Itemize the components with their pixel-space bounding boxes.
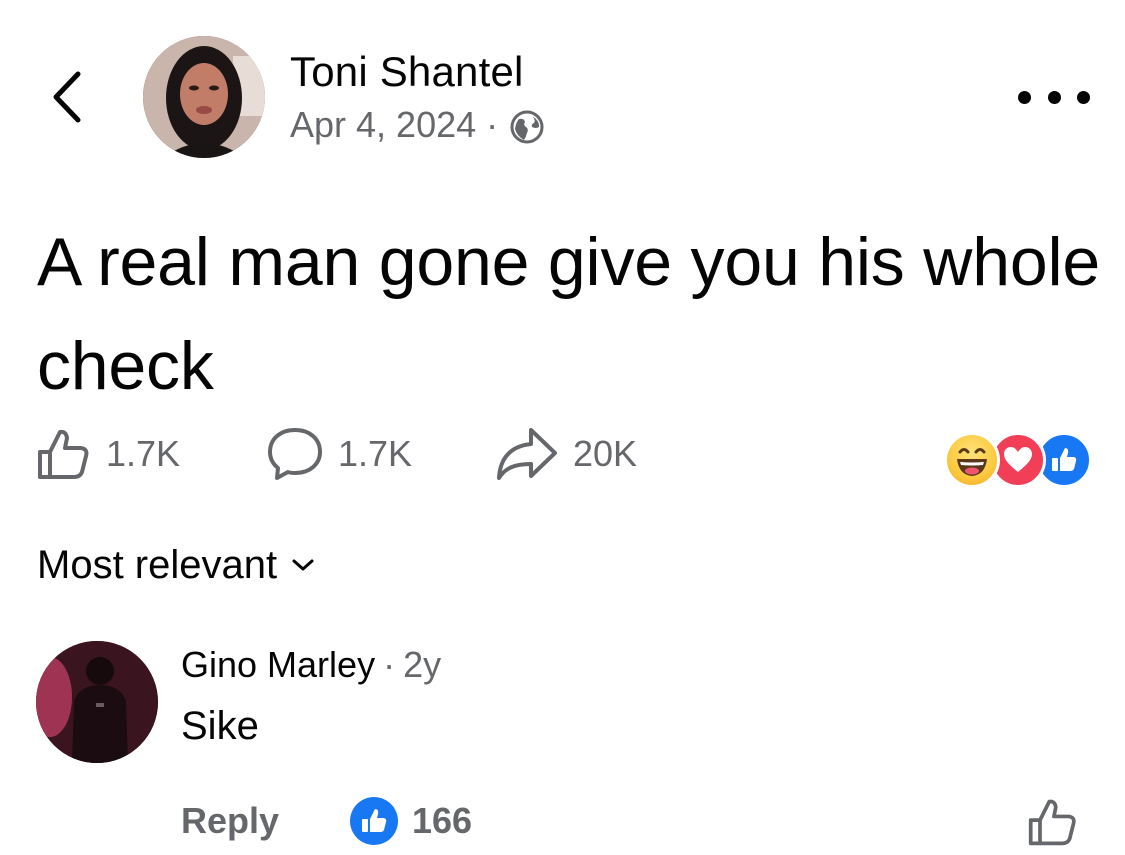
like-reaction-icon <box>350 797 398 845</box>
back-button[interactable] <box>40 62 100 132</box>
sort-label: Most relevant <box>37 542 278 587</box>
share-button[interactable]: 20K <box>495 422 637 486</box>
comment-time: 2y <box>403 644 442 685</box>
post-meta: Apr 4, 2024 · <box>290 101 544 149</box>
globe-icon <box>510 108 544 144</box>
comment-like-count: 166 <box>412 800 473 841</box>
author-avatar-image <box>143 36 265 158</box>
more-dot <box>1077 90 1090 104</box>
chevron-left-icon <box>53 71 81 123</box>
post-date[interactable]: Apr 4, 2024 <box>290 101 476 149</box>
like-count: 1.7K <box>106 433 181 474</box>
comment-button[interactable]: 1.7K <box>266 422 412 486</box>
comment-like-summary[interactable]: 166 <box>350 796 472 846</box>
comment-separator: · <box>383 644 396 685</box>
comment-header: Gino Marley · 2y <box>181 640 441 690</box>
more-dot <box>1047 90 1061 104</box>
commenter-name[interactable]: Gino Marley <box>181 644 375 686</box>
comment-count: 1.7K <box>338 433 413 474</box>
more-options-button[interactable] <box>1018 80 1090 114</box>
thumbs-up-outline-icon <box>38 429 89 479</box>
author-avatar[interactable] <box>143 36 265 158</box>
commenter-avatar-image <box>36 641 158 763</box>
meta-separator: · <box>486 104 499 145</box>
thumbs-up-outline-icon <box>1028 799 1076 846</box>
share-count: 20K <box>573 433 638 474</box>
comment-text: Sike <box>181 704 259 748</box>
comment-like-button[interactable] <box>1027 796 1079 848</box>
post-text: A real man gone give you his whole check <box>37 224 1100 404</box>
commenter-avatar[interactable] <box>36 641 158 763</box>
reactions-summary[interactable] <box>944 432 1094 488</box>
chevron-down-icon <box>292 559 314 571</box>
speech-bubble-icon <box>268 428 322 480</box>
author-name[interactable]: Toni Shantel <box>290 46 524 98</box>
like-button[interactable]: 1.7K <box>36 422 180 486</box>
more-dot <box>1018 90 1031 104</box>
share-arrow-icon <box>497 428 557 480</box>
haha-reaction-icon <box>944 432 1000 488</box>
sort-dropdown[interactable]: Most relevant <box>37 540 315 590</box>
reply-button[interactable]: Reply <box>181 796 279 846</box>
